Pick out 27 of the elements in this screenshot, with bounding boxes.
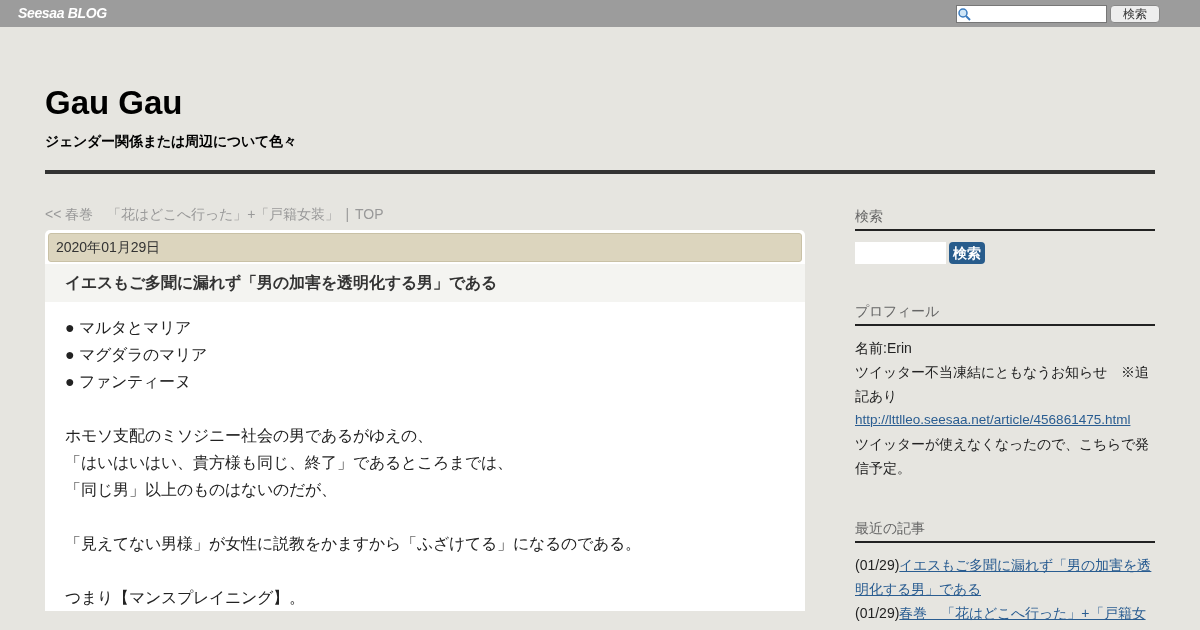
sidebar-search-button[interactable]: 検索 <box>949 242 985 265</box>
search-button[interactable]: 検索 <box>1110 4 1160 23</box>
article-date: 2020年01月29日 <box>48 233 802 263</box>
article-text: ● マグダラのマリア <box>65 345 209 366</box>
recent-article-link[interactable]: (01/29)イエスもご多聞に漏れず「男の加害を透明化する男」である <box>855 553 1155 602</box>
profile-note: ツイッターが使えなくなったので、こちらで発信予定。 <box>855 435 1150 479</box>
sidebar-heading: 最近の記事 <box>855 518 1155 544</box>
article-text: ホモソ支配のミソジニー社会の男であるがゆえの、 <box>65 426 434 447</box>
article-title: イエスもご多聞に漏れず「男の加害を透明化する男」である <box>45 264 805 303</box>
sidebar-heading: 検索 <box>855 206 1155 232</box>
search-field[interactable] <box>956 4 1107 23</box>
article-text: つまり【マンスプレイニング】。 <box>65 588 306 609</box>
sidebar-search-field[interactable] <box>855 242 946 265</box>
recent-article-link[interactable]: (01/29)春巻 「花はどこへ行った」+「戸籍女 <box>855 601 1155 626</box>
profile-name: 名前:Erin <box>855 339 913 359</box>
blog-subtitle: ジェンダー関係または周辺について色々 <box>45 132 298 152</box>
profile-notice: ツイッター不当凍結にともなうお知らせ ※追記あり <box>855 363 1150 407</box>
sidebar-heading: プロフィール <box>855 301 1155 327</box>
blog-title[interactable]: Gau Gau <box>45 82 1155 124</box>
profile-link[interactable]: http://lttlleo.seesaa.net/article/456861475.html <box>855 408 1155 433</box>
article-text: ● ファンティーヌ <box>65 372 193 393</box>
nav-separator: | <box>345 205 350 225</box>
article-text: 「はいはいはい、貴方様も同じ、終了」であるところまでは、 <box>65 453 514 474</box>
article-text: 「同じ男」以上のものはないのだが、 <box>65 480 338 501</box>
article-text: 「見えてない男様」が女性に説教をかますから「ふざけてる」になるのである。 <box>65 534 642 555</box>
search-icon <box>957 6 971 21</box>
article-text: ● マルタとマリア <box>65 318 193 339</box>
